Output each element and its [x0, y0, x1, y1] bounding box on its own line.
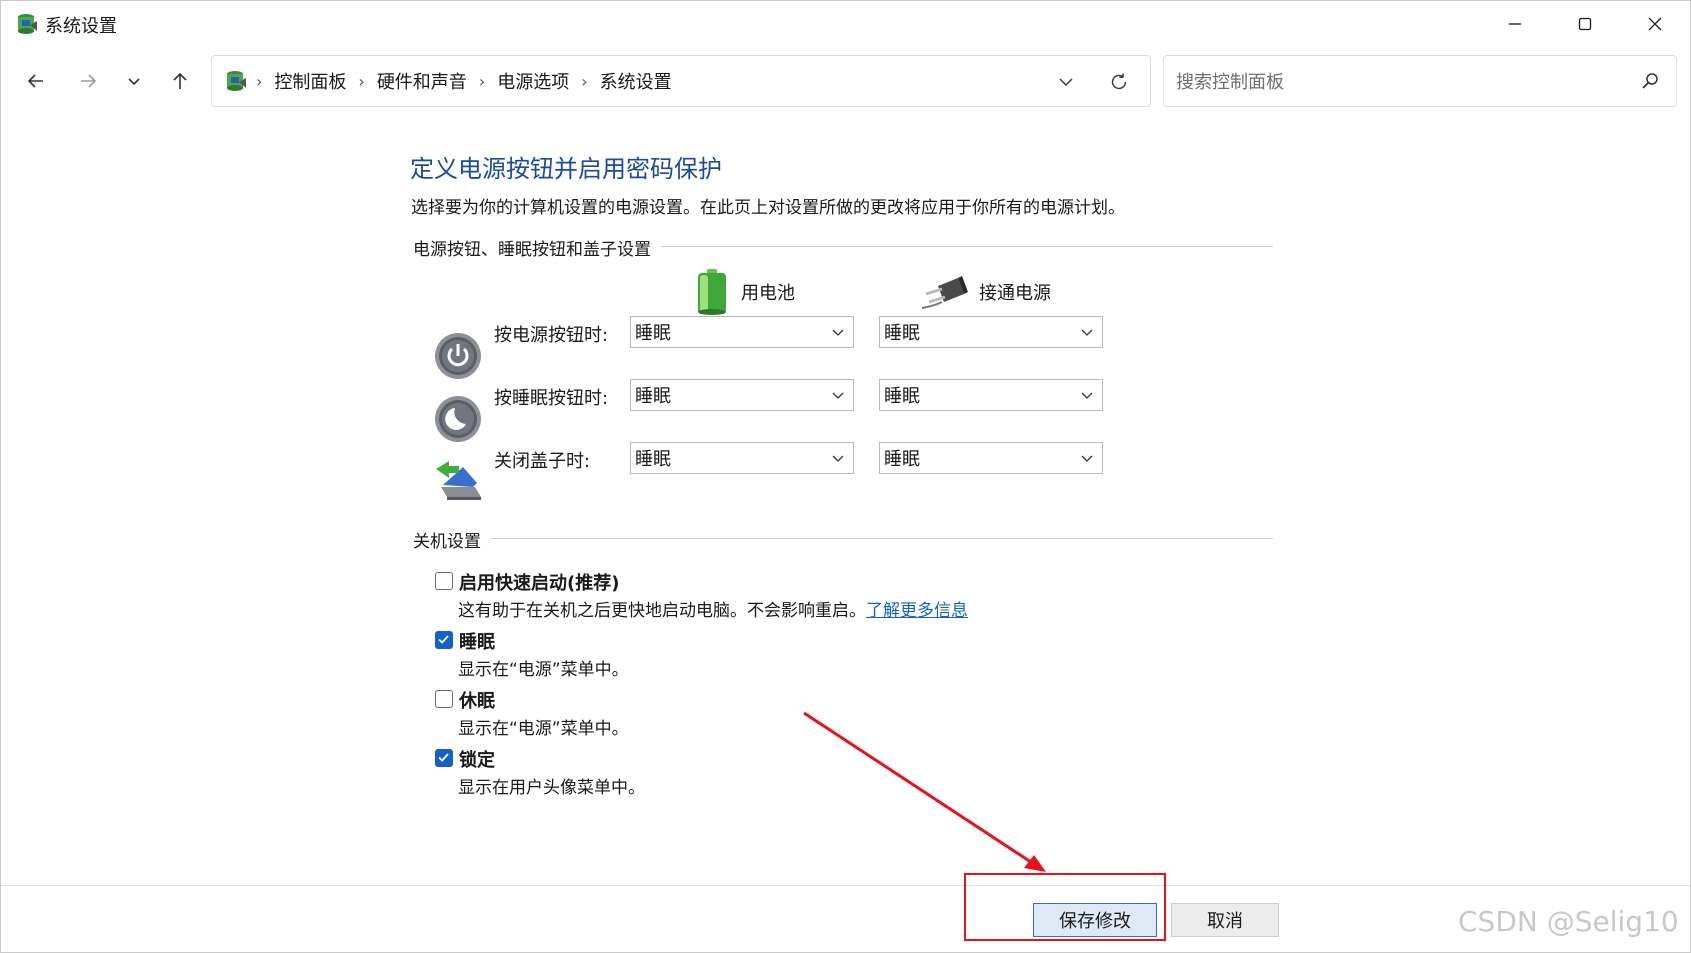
hibernate-option-label[interactable]: 休眠: [459, 687, 495, 713]
shutdown-section-title: 关机设置: [413, 527, 491, 552]
breadcrumb-power-options[interactable]: 电源选项: [497, 68, 569, 94]
breadcrumb-hardware-sound[interactable]: 硬件和声音: [377, 68, 467, 94]
lid-close-plugged-select[interactable]: 睡眠: [879, 442, 1103, 474]
breadcrumb-system-settings[interactable]: 系统设置: [600, 68, 672, 94]
search-icon[interactable]: [1638, 69, 1662, 93]
lock-option-description: 显示在用户头像菜单中。: [458, 778, 645, 798]
battery-column-label: 用电池: [741, 283, 795, 304]
forward-button[interactable]: [68, 61, 108, 101]
arrow-right-icon: [81, 74, 97, 88]
laptop-lid-icon: [436, 461, 481, 500]
battery-column-header: 用电池: [691, 267, 795, 317]
checkmark-icon: [438, 635, 449, 644]
up-button[interactable]: [160, 61, 200, 101]
sleep-button-plugged-select[interactable]: 睡眠: [879, 379, 1103, 411]
breadcrumb-separator[interactable]: ›: [358, 72, 364, 91]
select-value: 睡眠: [635, 386, 671, 407]
system-settings-window: 系统设置 › 控制面板 › 硬件和声音 › 电源选项 › 系统设置 搜索控制面板…: [0, 0, 1691, 953]
lid-close-label: 关闭盖子时:: [494, 451, 591, 472]
lock-option-label[interactable]: 锁定: [459, 746, 495, 772]
back-button[interactable]: [16, 61, 56, 101]
address-bar[interactable]: › 控制面板 › 硬件和声音 › 电源选项 › 系统设置: [211, 55, 1151, 107]
breadcrumb-separator[interactable]: ›: [581, 72, 587, 91]
select-value: 睡眠: [884, 323, 920, 344]
chevron-down-icon: [1081, 329, 1093, 336]
refresh-button[interactable]: [1104, 67, 1134, 97]
chevron-down-icon: [832, 455, 844, 462]
annotation-highlight-box: [964, 873, 1166, 941]
breadcrumb: › 控制面板 › 硬件和声音 › 电源选项 › 系统设置: [256, 56, 672, 106]
section-divider: [413, 538, 1273, 539]
minimize-icon: [1509, 23, 1521, 25]
footer-divider: [1, 885, 1690, 886]
fast-startup-checkbox[interactable]: [435, 572, 453, 590]
select-value: 睡眠: [635, 449, 671, 470]
sleep-option-description: 显示在“电源”菜单中。: [458, 660, 629, 680]
arrow-up-icon: [173, 72, 187, 89]
fast-startup-desc-text: 这有助于在关机之后更快地启动电脑。不会影响重启。: [458, 601, 866, 621]
fast-startup-label[interactable]: 启用快速启动(推荐): [459, 569, 619, 595]
arrow-left-icon: [27, 74, 43, 88]
title-bar: 系统设置: [1, 1, 1690, 47]
power-options-app-icon: [18, 14, 37, 34]
main-content: 定义电源按钮并启用密码保护 选择要为你的计算机设置的电源设置。在此页上对设置所做…: [1, 115, 1690, 885]
select-value: 睡眠: [884, 386, 920, 407]
chevron-down-icon: [1081, 455, 1093, 462]
search-input[interactable]: [1174, 56, 1618, 108]
recent-locations-button[interactable]: [114, 61, 154, 101]
close-button[interactable]: [1620, 1, 1690, 47]
checkmark-icon: [438, 753, 449, 762]
minimize-button[interactable]: [1480, 1, 1550, 47]
chevron-down-icon: [832, 392, 844, 399]
address-history-button[interactable]: [1052, 68, 1080, 96]
chevron-down-icon: [832, 329, 844, 336]
hibernate-checkbox[interactable]: [435, 690, 453, 708]
select-value: 睡眠: [635, 323, 671, 344]
power-button-plugged-select[interactable]: 睡眠: [879, 316, 1103, 348]
power-button-icon: [435, 333, 481, 379]
chevron-down-icon: [1081, 392, 1093, 399]
power-buttons-section-title: 电源按钮、睡眠按钮和盖子设置: [413, 235, 661, 260]
power-plug-icon: [919, 267, 971, 317]
sleep-button-icon: [435, 396, 481, 442]
control-panel-icon: [227, 71, 246, 91]
search-box[interactable]: [1163, 55, 1677, 108]
refresh-icon: [1111, 73, 1127, 90]
breadcrumb-separator[interactable]: ›: [256, 72, 262, 91]
sleep-checkbox[interactable]: [435, 631, 453, 649]
sleep-button-battery-select[interactable]: 睡眠: [630, 379, 854, 411]
breadcrumb-control-panel[interactable]: 控制面板: [274, 68, 346, 94]
breadcrumb-separator[interactable]: ›: [479, 72, 485, 91]
navigation-bar: › 控制面板 › 硬件和声音 › 电源选项 › 系统设置: [1, 47, 1690, 115]
maximize-button[interactable]: [1550, 1, 1620, 47]
plugged-in-column-header: 接通电源: [919, 267, 1051, 317]
chevron-down-icon: [1059, 78, 1073, 86]
sleep-option-label[interactable]: 睡眠: [459, 628, 495, 654]
select-value: 睡眠: [884, 449, 920, 470]
chevron-down-icon: [128, 78, 140, 86]
maximize-icon: [1578, 17, 1592, 31]
lid-close-battery-select[interactable]: 睡眠: [630, 442, 854, 474]
page-description: 选择要为你的计算机设置的电源设置。在此页上对设置所做的更改将应用于你所有的电源计…: [411, 198, 1125, 218]
learn-more-link[interactable]: 了解更多信息: [866, 601, 968, 621]
fast-startup-description: 这有助于在关机之后更快地启动电脑。不会影响重启。了解更多信息: [458, 596, 968, 621]
sleep-button-label: 按睡眠按钮时:: [494, 388, 609, 409]
window-title: 系统设置: [45, 16, 117, 37]
page-title: 定义电源按钮并启用密码保护: [410, 155, 722, 183]
lock-checkbox[interactable]: [435, 749, 453, 767]
battery-icon: [691, 267, 733, 317]
close-icon: [1648, 17, 1662, 31]
power-button-label: 按电源按钮时:: [494, 325, 609, 346]
cancel-button[interactable]: 取消: [1171, 903, 1279, 937]
plugged-in-column-label: 接通电源: [979, 283, 1051, 304]
power-button-battery-select[interactable]: 睡眠: [630, 316, 854, 348]
hibernate-option-description: 显示在“电源”菜单中。: [458, 719, 629, 739]
watermark: CSDN @Selig10: [1458, 905, 1679, 938]
